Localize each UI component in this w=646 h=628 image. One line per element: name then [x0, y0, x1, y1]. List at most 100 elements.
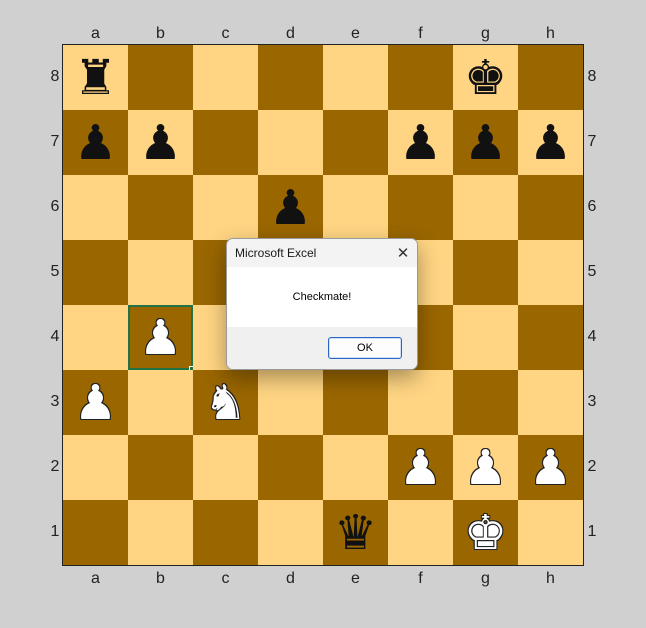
square-g6[interactable]	[453, 175, 518, 240]
square-f2[interactable]: ♟	[388, 435, 453, 500]
rank-label-left: 7	[50, 133, 60, 150]
white-pawn-icon[interactable]: ♟	[399, 444, 442, 492]
file-label-top: b	[156, 25, 165, 42]
square-c7[interactable]	[193, 110, 258, 175]
square-e3[interactable]	[323, 370, 388, 435]
square-h1[interactable]	[518, 500, 583, 565]
square-f1[interactable]	[388, 500, 453, 565]
square-e8[interactable]	[323, 45, 388, 110]
rank-label-left: 5	[50, 263, 60, 280]
square-a2[interactable]	[63, 435, 128, 500]
black-pawn-icon[interactable]: ♟	[139, 119, 182, 167]
file-label-bottom: h	[546, 570, 555, 587]
square-f6[interactable]	[388, 175, 453, 240]
square-h6[interactable]	[518, 175, 583, 240]
square-f7[interactable]: ♟	[388, 110, 453, 175]
square-b4[interactable]: ♟	[128, 305, 196, 373]
square-g4[interactable]	[453, 305, 518, 370]
square-b1[interactable]	[128, 500, 193, 565]
square-e6[interactable]	[323, 175, 388, 240]
rank-label-right: 1	[587, 523, 597, 540]
file-label-top: a	[91, 25, 100, 42]
square-h8[interactable]	[518, 45, 583, 110]
square-d7[interactable]	[258, 110, 323, 175]
rank-label-right: 8	[587, 68, 597, 85]
square-g8[interactable]: ♚	[453, 45, 518, 110]
rank-label-right: 7	[587, 133, 597, 150]
square-g2[interactable]: ♟	[453, 435, 518, 500]
file-label-top: e	[351, 25, 360, 42]
message-dialog: Microsoft Excel ✕ Checkmate! OK	[226, 238, 418, 370]
square-h4[interactable]	[518, 305, 583, 370]
square-e7[interactable]	[323, 110, 388, 175]
square-b2[interactable]	[128, 435, 193, 500]
square-h3[interactable]	[518, 370, 583, 435]
square-b6[interactable]	[128, 175, 193, 240]
black-rook-icon[interactable]: ♜	[74, 54, 117, 102]
rank-label-left: 3	[50, 393, 60, 410]
square-a3[interactable]: ♟	[63, 370, 128, 435]
square-h5[interactable]	[518, 240, 583, 305]
square-c6[interactable]	[193, 175, 258, 240]
square-a8[interactable]: ♜	[63, 45, 128, 110]
square-d8[interactable]	[258, 45, 323, 110]
square-e2[interactable]	[323, 435, 388, 500]
square-c1[interactable]	[193, 500, 258, 565]
square-g3[interactable]	[453, 370, 518, 435]
rank-label-right: 6	[587, 198, 597, 215]
black-queen-icon[interactable]: ♛	[334, 509, 377, 557]
square-f3[interactable]	[388, 370, 453, 435]
rank-label-right: 3	[587, 393, 597, 410]
white-pawn-icon[interactable]: ♟	[464, 444, 507, 492]
square-h7[interactable]: ♟	[518, 110, 583, 175]
square-f8[interactable]	[388, 45, 453, 110]
file-label-top: h	[546, 25, 555, 42]
square-g5[interactable]	[453, 240, 518, 305]
close-icon[interactable]: ✕	[389, 239, 417, 267]
black-pawn-icon[interactable]: ♟	[399, 119, 442, 167]
square-d6[interactable]: ♟	[258, 175, 323, 240]
square-a6[interactable]	[63, 175, 128, 240]
black-pawn-icon[interactable]: ♟	[269, 184, 312, 232]
white-king-icon[interactable]: ♚	[464, 509, 507, 557]
rank-label-left: 8	[50, 68, 60, 85]
black-pawn-icon[interactable]: ♟	[529, 119, 572, 167]
square-b8[interactable]	[128, 45, 193, 110]
black-king-icon[interactable]: ♚	[464, 54, 507, 102]
dialog-footer: OK	[227, 327, 417, 369]
square-b3[interactable]	[128, 370, 193, 435]
square-d3[interactable]	[258, 370, 323, 435]
square-c2[interactable]	[193, 435, 258, 500]
white-pawn-icon[interactable]: ♟	[529, 444, 572, 492]
square-b5[interactable]	[128, 240, 193, 305]
file-label-top: g	[481, 25, 490, 42]
square-d1[interactable]	[258, 500, 323, 565]
ok-button[interactable]: OK	[328, 337, 402, 359]
square-c3[interactable]: ♞	[193, 370, 258, 435]
dialog-body: Checkmate!	[227, 267, 417, 327]
rank-label-right: 2	[587, 458, 597, 475]
square-g1[interactable]: ♚	[453, 500, 518, 565]
square-a1[interactable]	[63, 500, 128, 565]
square-c8[interactable]	[193, 45, 258, 110]
square-g7[interactable]: ♟	[453, 110, 518, 175]
file-label-bottom: e	[351, 570, 360, 587]
square-e1[interactable]: ♛	[323, 500, 388, 565]
square-a7[interactable]: ♟	[63, 110, 128, 175]
rank-label-right: 4	[587, 328, 597, 345]
file-label-bottom: a	[91, 570, 100, 587]
white-pawn-icon[interactable]: ♟	[74, 379, 117, 427]
square-a4[interactable]	[63, 305, 128, 370]
square-a5[interactable]	[63, 240, 128, 305]
file-label-top: c	[221, 25, 230, 42]
black-pawn-icon[interactable]: ♟	[464, 119, 507, 167]
square-b7[interactable]: ♟	[128, 110, 193, 175]
white-knight-icon[interactable]: ♞	[204, 379, 247, 427]
file-label-bottom: d	[286, 570, 295, 587]
dialog-titlebar[interactable]: Microsoft Excel ✕	[227, 239, 417, 267]
black-pawn-icon[interactable]: ♟	[74, 119, 117, 167]
square-h2[interactable]: ♟	[518, 435, 583, 500]
square-d2[interactable]	[258, 435, 323, 500]
white-pawn-icon[interactable]: ♟	[139, 314, 182, 362]
rank-label-left: 1	[50, 523, 60, 540]
